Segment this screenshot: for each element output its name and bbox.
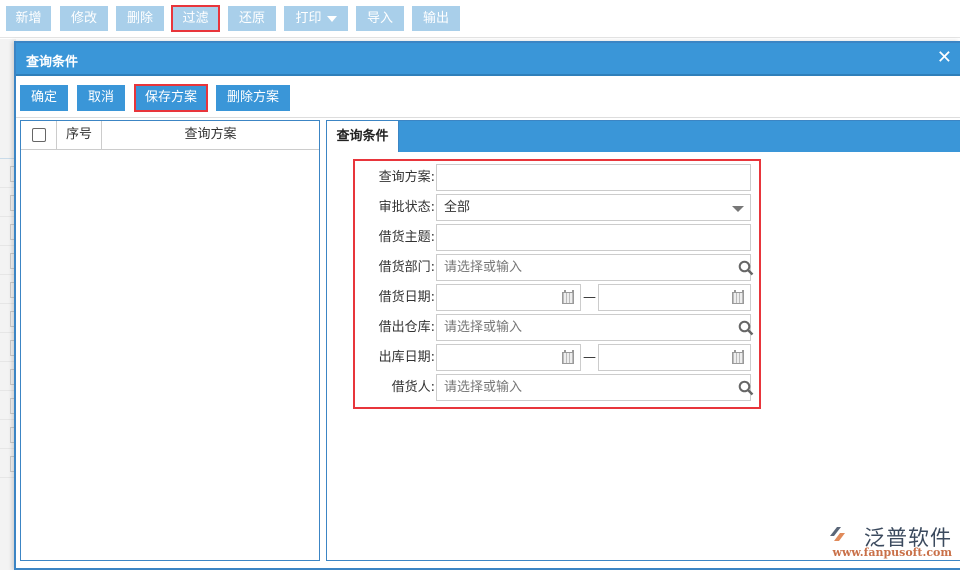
- dropdown-arrow-icon: [326, 15, 337, 22]
- search-icon[interactable]: [738, 380, 754, 396]
- field-loan-date: 借货日期: —: [355, 284, 759, 312]
- delete-scheme-button[interactable]: 删除方案: [216, 85, 290, 111]
- select-all-checkbox[interactable]: [32, 128, 46, 142]
- save-scheme-button[interactable]: 保存方案: [134, 84, 208, 112]
- tab-query-conditions[interactable]: 查询条件: [327, 121, 399, 152]
- cancel-button[interactable]: 取消: [77, 85, 125, 111]
- field-approval-status: 审批状态: 全部: [355, 194, 759, 222]
- main-toolbar: 新增 修改 删除 过滤 还原 打印 导入 输出: [0, 0, 960, 38]
- calendar-icon[interactable]: [562, 350, 574, 364]
- outbound-date-from-input[interactable]: [436, 344, 581, 371]
- field-borrower: 借货人:: [355, 374, 759, 402]
- loan-date-from-input[interactable]: [436, 284, 581, 311]
- field-label: 审批状态:: [378, 200, 435, 215]
- restore-button[interactable]: 还原: [228, 6, 276, 31]
- query-scheme-input[interactable]: [436, 164, 751, 191]
- field-label: 借出仓库:: [378, 320, 435, 335]
- field-label: 借货主题:: [378, 230, 435, 245]
- condition-form: 查询方案: 审批状态: 全部 借货主题: 借货部门: 请选择或输入 借货日期: …: [353, 159, 761, 409]
- field-label: 出库日期:: [378, 350, 435, 365]
- column-header-scheme[interactable]: 查询方案: [102, 121, 319, 149]
- dialog-title: 查询条件: [26, 55, 79, 70]
- field-label: 查询方案:: [378, 170, 435, 185]
- field-label: 借货日期:: [378, 290, 435, 305]
- range-separator: —: [583, 290, 596, 305]
- import-button[interactable]: 导入: [356, 6, 404, 31]
- field-query-scheme: 查询方案:: [355, 164, 759, 192]
- calendar-icon[interactable]: [562, 290, 574, 304]
- search-icon[interactable]: [738, 260, 754, 276]
- add-button[interactable]: 新增: [6, 6, 51, 31]
- calendar-icon[interactable]: [732, 290, 744, 304]
- divider: [16, 117, 960, 118]
- query-dialog: 查询条件 ✕ 确定 取消 保存方案 删除方案 序号 查询方案 查询条件 查询方案…: [14, 41, 960, 570]
- scheme-grid: 序号 查询方案: [20, 120, 320, 561]
- field-label: 借货部门:: [378, 260, 435, 275]
- filter-button[interactable]: 过滤: [171, 5, 220, 32]
- edit-button[interactable]: 修改: [60, 6, 108, 31]
- dialog-header: 查询条件 ✕: [16, 43, 960, 76]
- close-icon[interactable]: ✕: [937, 48, 952, 68]
- warehouse-input[interactable]: [436, 314, 751, 341]
- tab-bar: 查询条件: [327, 121, 960, 152]
- field-outbound-warehouse: 借出仓库:: [355, 314, 759, 342]
- field-loan-subject: 借货主题:: [355, 224, 759, 252]
- field-outbound-date: 出库日期: —: [355, 344, 759, 372]
- field-label: 借货人:: [391, 380, 435, 395]
- export-button[interactable]: 输出: [412, 6, 460, 31]
- loan-department-input[interactable]: [436, 254, 751, 281]
- print-button[interactable]: 打印: [284, 6, 348, 31]
- loan-subject-input[interactable]: [436, 224, 751, 251]
- confirm-button[interactable]: 确定: [20, 85, 68, 111]
- brand-logo-icon: [830, 527, 845, 541]
- loan-date-to-input[interactable]: [598, 284, 751, 311]
- outbound-date-to-input[interactable]: [598, 344, 751, 371]
- select-value: 全部: [444, 200, 471, 215]
- select-all-cell: [21, 121, 57, 149]
- condition-panel: 查询条件 查询方案: 审批状态: 全部 借货主题: 借货部门: 请选择或输入 借…: [326, 120, 960, 561]
- print-label: 打印: [295, 11, 322, 26]
- watermark-logo: 泛普软件 www.fanpusoft.com: [827, 522, 952, 559]
- range-separator: —: [583, 350, 596, 365]
- borrower-input[interactable]: [436, 374, 751, 401]
- grid-header: 序号 查询方案: [21, 121, 319, 150]
- watermark-url: www.fanpusoft.com: [832, 546, 952, 559]
- delete-button[interactable]: 删除: [116, 6, 164, 31]
- chevron-down-icon: [732, 206, 744, 212]
- field-loan-department: 借货部门:: [355, 254, 759, 282]
- calendar-icon[interactable]: [732, 350, 744, 364]
- column-header-index[interactable]: 序号: [57, 121, 102, 149]
- search-icon[interactable]: [738, 320, 754, 336]
- approval-status-select[interactable]: 全部: [436, 194, 751, 221]
